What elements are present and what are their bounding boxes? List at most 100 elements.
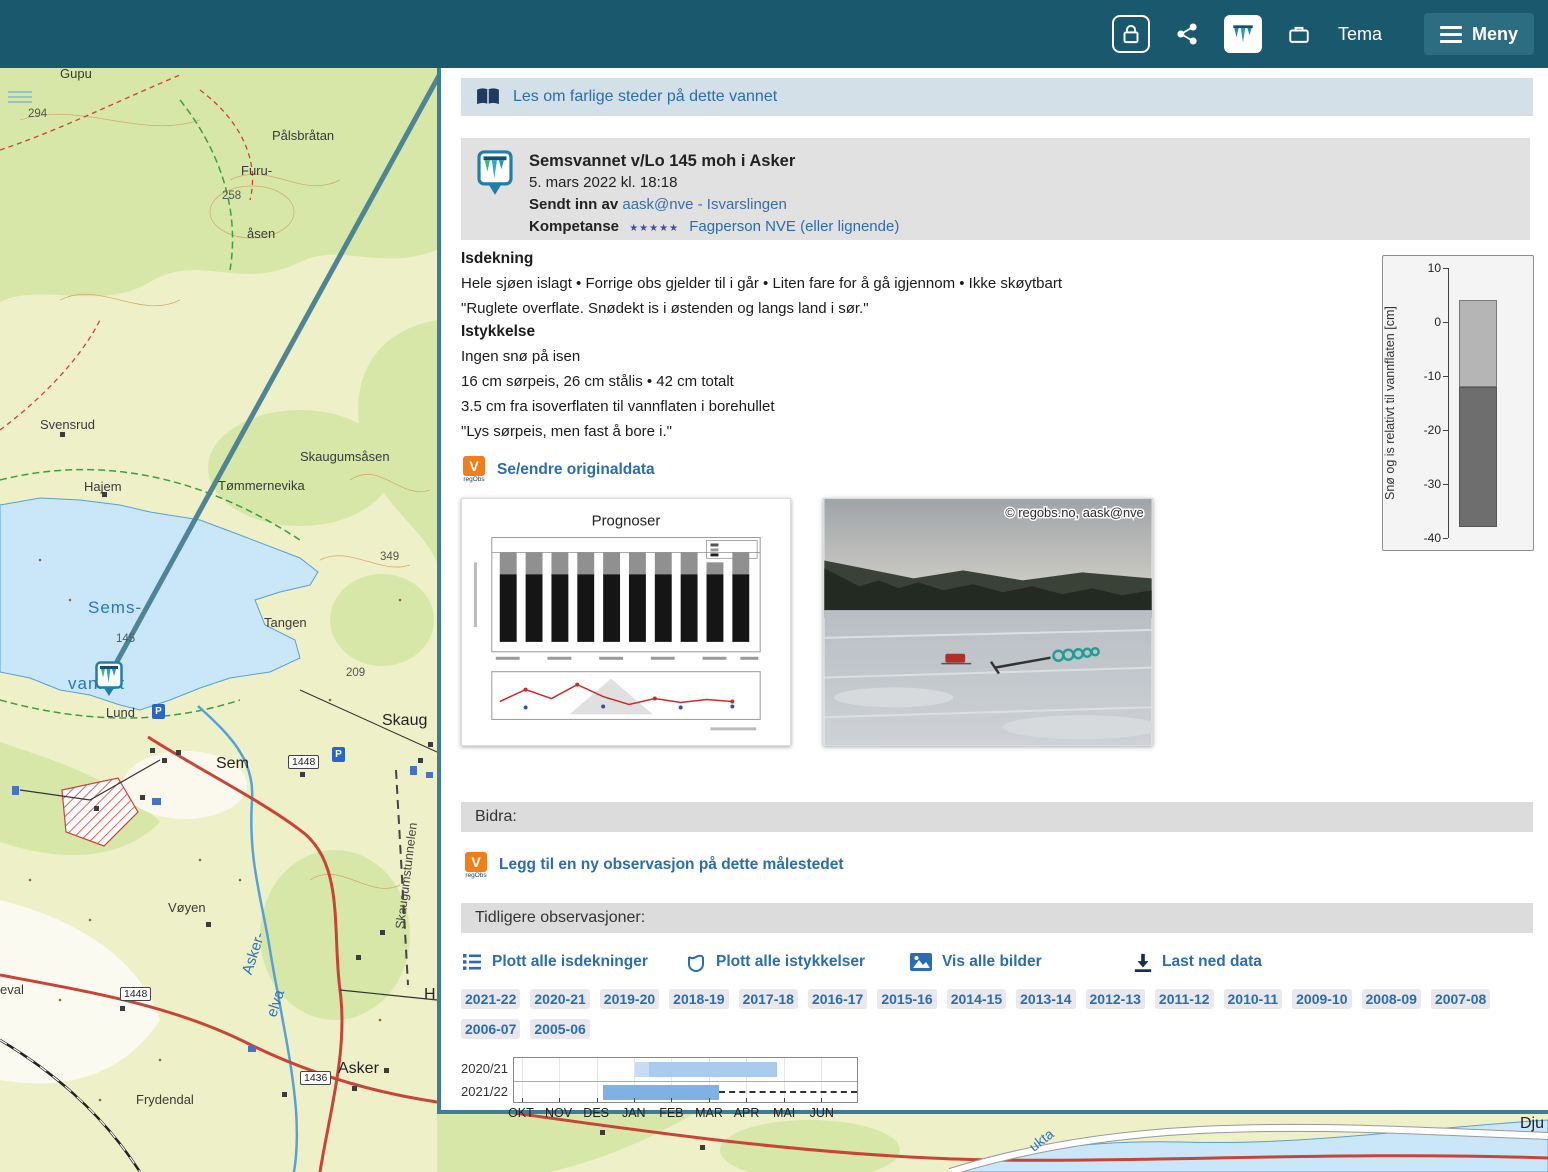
prognoser-chart-thumbnail[interactable]: Prognoser [461,498,791,746]
sent-by-value: aask@nve - Isvarslingen [622,196,786,213]
page: Gupu 294 Pålsbråtan Furu- 258 åsen Svens… [0,0,1548,1172]
season-link[interactable]: 2013-14 [1020,991,1071,1007]
app-header: Tema Meny [0,0,1548,68]
observation-title: Semsvannet v/Lo 145 moh i Asker [529,150,899,172]
season-link[interactable]: 2006-07 [465,1021,516,1037]
ice-pin-icon [95,661,123,697]
map-label: Lund [106,705,135,720]
season-link[interactable]: 2014-15 [951,991,1002,1007]
season-month-axis: OKT NOV DES JAN FEB MAR APR MAI JUN [513,1106,858,1124]
season-row-label: 2020/21 [461,1057,507,1080]
road-number-shield: 1448 [120,987,151,1001]
observation-panel: Les om farlige steder på dette vannet Se… [437,68,1548,1114]
observation-header-box: Semsvannet v/Lo 145 moh i Asker 5. mars … [461,138,1530,240]
season-link[interactable]: 2018-19 [673,991,724,1007]
ice-season-bar-2020-21 [649,1062,777,1077]
istykkelse-heading: Istykkelse [461,323,1533,341]
lake-photo: © regobs.no, aask@nve [824,499,1152,745]
competence-label: Kompetanse [529,218,619,235]
tema-label[interactable]: Tema [1338,24,1382,45]
ice-season-bar-lead [635,1062,649,1077]
danger-info-bar: Les om farlige steder på dette vannet [461,78,1533,116]
icicles-icon [1230,21,1256,47]
download-icon [1133,952,1153,972]
svg-text:Prognoser: Prognoser [592,513,661,529]
regobs-logo: V regObs [461,456,487,484]
map-label: 294 [28,108,47,120]
map-label: åsen [247,226,275,241]
show-all-images-action[interactable]: Vis alle bilder [909,951,1133,973]
season-link[interactable]: 2017-18 [743,991,794,1007]
season-link[interactable]: 2010-11 [1228,991,1279,1007]
add-observation-link[interactable]: Legg til en ny observasjon på dette måle… [499,856,844,874]
isdekning-line: Hele sjøen islagt • Forrige obs gjelder … [461,273,1533,294]
hamburger-icon [1440,26,1462,43]
share-button[interactable] [1168,15,1206,53]
season-link[interactable]: 2016-17 [812,991,863,1007]
parking-symbol: P [152,704,165,719]
isdekning-quote: "Ruglete overflate. Snødekt is i østende… [461,298,1533,319]
season-link[interactable]: 2019-20 [604,991,655,1007]
map-label: 258 [222,190,241,202]
season-link[interactable]: 2011-12 [1159,991,1210,1007]
map-label: Tømmernevika [218,478,305,493]
map-label: Gupu [60,66,92,81]
map-label: Hajem [84,479,122,494]
briefcase-icon [1285,20,1313,48]
map-label: Svensrud [40,417,95,432]
season-link[interactable]: 2015-16 [881,991,932,1007]
month-label: OKT [508,1106,534,1120]
month-label: APR [734,1106,760,1120]
season-link[interactable]: 2009-10 [1296,991,1347,1007]
ongoing-season-dashed-line [719,1091,857,1093]
map-label: H [424,986,436,1004]
work-briefcase-button[interactable] [1280,15,1318,53]
season-link[interactable]: 2012-13 [1090,991,1141,1007]
month-label: JUN [810,1106,834,1120]
map-label: Tangen [264,615,307,630]
prognoser-mini-chart: Prognoser [462,499,790,745]
road-number-shield: 1436 [300,1071,331,1085]
attachment-images: Prognoser [461,498,1533,746]
danger-places-link[interactable]: Les om farlige steder på dette vannet [513,88,777,106]
competence-stars: ★★★★★ [629,223,679,234]
season-links: 2021-22 2020-21 2019-20 2018-19 2017-18 … [461,989,1533,1039]
istykkelse-line: 16 cm sørpeis, 26 cm stålis • 42 cm tota… [461,371,1533,392]
parking-symbol: P [332,747,345,762]
lock-button[interactable] [1112,15,1150,53]
plot-istykkelser-action[interactable]: Plott alle istykkelser [685,951,909,973]
actions-row: Plott alle isdekninger Plott alle istykk… [461,951,1533,973]
previous-observations-header: Tidligere observasjoner: [461,903,1533,933]
menu-button[interactable]: Meny [1424,13,1534,55]
add-observation-row: V regObs Legg til en ny observasjon på d… [463,852,1533,880]
observation-photo-thumbnail[interactable]: © regobs.no, aask@nve [823,498,1153,746]
sent-by-label: Sendt inn av [529,196,618,213]
map-label: 209 [346,667,365,679]
month-label: FEB [659,1106,683,1120]
istykkelse-line: 3.5 cm fra isoverflaten til vannflaten i… [461,396,1533,417]
ice-season-bar-2021-22 [603,1085,719,1100]
season-link[interactable]: 2020-21 [534,991,585,1007]
observation-marker-pin[interactable] [95,661,123,702]
season-link[interactable]: 2005-06 [534,1021,585,1037]
map-label: Sem [216,755,249,773]
map-label-lake: Sems- [88,598,142,618]
download-data-action[interactable]: Last ned data [1133,951,1357,973]
season-row-label: 2021/22 [461,1080,507,1103]
map-label: Asker [338,1060,379,1078]
plot-isdekninger-action[interactable]: Plott alle isdekninger [461,951,685,973]
season-link[interactable]: 2008-09 [1366,991,1417,1007]
competence-link[interactable]: Fagperson NVE (eller lignende) [689,218,899,235]
month-label: MAR [695,1106,723,1120]
bidra-section-header: Bidra: [461,802,1533,832]
edit-original-data-link[interactable]: Se/endre originaldata [497,461,655,479]
month-label: JAN [622,1106,646,1120]
season-timeline-chart: 2020/21 2021/22 [461,1057,1533,1124]
ice-pin-icon [477,150,513,196]
month-label: DES [583,1106,609,1120]
map-label: 145 [116,633,135,645]
season-link[interactable]: 2007-08 [1435,991,1486,1007]
ice-layer-button[interactable] [1224,15,1262,53]
season-link[interactable]: 2021-22 [465,991,516,1007]
isdekning-heading: Isdekning [461,250,1533,268]
